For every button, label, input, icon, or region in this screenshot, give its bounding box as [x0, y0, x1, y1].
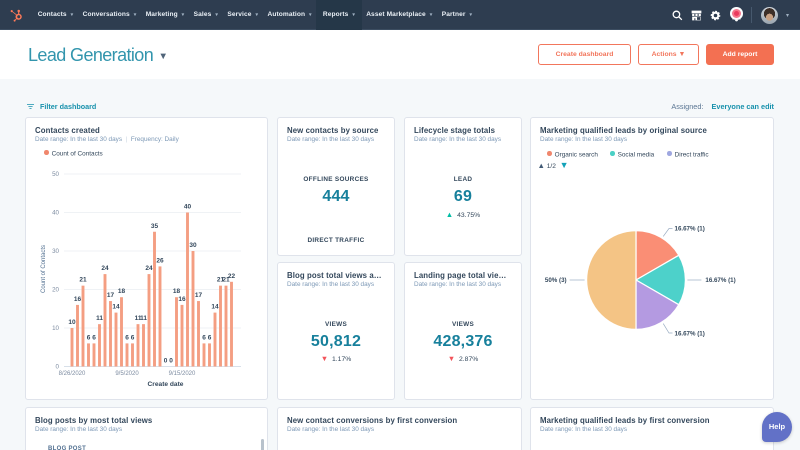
svg-text:16.67% (1): 16.67% (1) [675, 331, 705, 338]
svg-text:0: 0 [169, 358, 173, 365]
svg-text:20: 20 [52, 287, 59, 294]
svg-text:14: 14 [211, 304, 219, 311]
svg-text:26: 26 [156, 257, 164, 264]
svg-text:10: 10 [68, 319, 76, 326]
svg-text:16: 16 [178, 296, 186, 303]
svg-text:18: 18 [173, 288, 181, 295]
svg-text:6: 6 [208, 334, 212, 341]
svg-text:35: 35 [151, 223, 159, 230]
svg-text:9/15/2020: 9/15/2020 [169, 371, 196, 377]
svg-text:14: 14 [112, 304, 120, 311]
svg-text:8/26/2020: 8/26/2020 [59, 371, 86, 377]
svg-text:9/5/2020: 9/5/2020 [115, 371, 139, 377]
svg-text:17: 17 [195, 292, 203, 299]
svg-text:6: 6 [202, 334, 206, 341]
svg-text:16.67% (1): 16.67% (1) [675, 226, 705, 233]
svg-text:30: 30 [52, 248, 59, 255]
svg-text:10: 10 [52, 325, 59, 332]
svg-text:11: 11 [96, 315, 103, 322]
svg-text:6: 6 [125, 334, 129, 341]
svg-text:40: 40 [52, 210, 59, 217]
svg-text:0: 0 [56, 364, 60, 371]
svg-text:50% (3): 50% (3) [545, 277, 567, 284]
svg-text:21: 21 [79, 277, 87, 284]
svg-text:40: 40 [184, 204, 192, 211]
svg-text:11: 11 [140, 315, 147, 322]
svg-text:17: 17 [107, 292, 115, 299]
svg-text:30: 30 [189, 242, 197, 249]
svg-text:6: 6 [92, 334, 96, 341]
svg-text:50: 50 [52, 171, 59, 178]
svg-text:18: 18 [118, 288, 126, 295]
svg-text:16: 16 [74, 296, 82, 303]
svg-text:6: 6 [131, 334, 135, 341]
svg-text:16.67% (1): 16.67% (1) [705, 277, 735, 284]
svg-text:24: 24 [145, 265, 153, 272]
svg-text:24: 24 [101, 265, 109, 272]
svg-text:Count of Contacts: Count of Contacts [41, 245, 47, 293]
svg-text:6: 6 [87, 334, 91, 341]
svg-text:22: 22 [228, 273, 236, 280]
svg-text:0: 0 [164, 358, 168, 365]
